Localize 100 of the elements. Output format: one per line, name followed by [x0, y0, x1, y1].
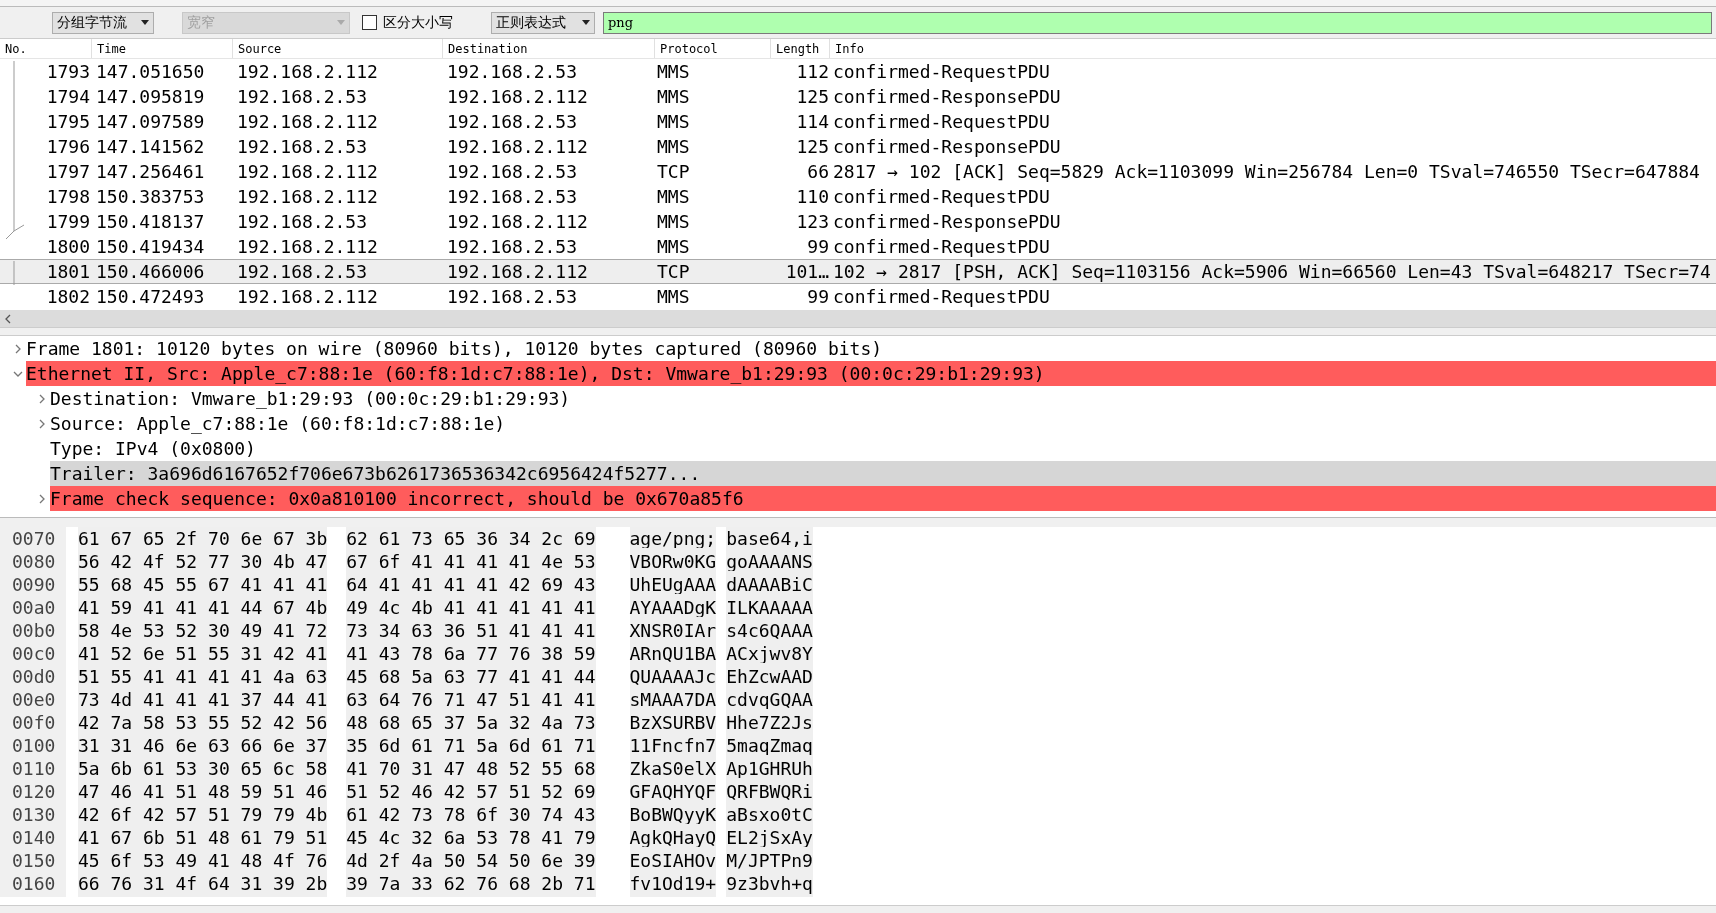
column-header[interactable]: Time — [92, 39, 233, 58]
table-cell-text: TCP — [656, 260, 691, 284]
table-cell-text: 150.419434 — [95, 235, 206, 259]
table-cell-text: 192.168.2.112 — [236, 235, 379, 259]
packet-row[interactable]: 1794 147.095819 192.168.2.53 192.168.2.112 MMS 125 confirmed-ResponsePDU — [0, 84, 1716, 109]
table-cell-text: confirmed-ResponsePDU — [832, 135, 1062, 159]
table-cell-text: 112 — [795, 60, 830, 84]
table-cell-text: 1796 — [45, 135, 91, 159]
table-cell-text: confirmed-RequestPDU — [832, 235, 1051, 259]
table-cell-text: 192.168.2.53 — [446, 235, 579, 259]
table-cell-text: MMS — [656, 210, 691, 234]
chevron-right-icon[interactable] — [13, 343, 23, 354]
table-cell-text: TCP — [656, 160, 691, 184]
table-cell-text: MMS — [656, 285, 691, 309]
table-cell-text: 1798 — [45, 185, 91, 209]
table-cell-text: MMS — [656, 60, 691, 84]
table-cell-text: 192.168.2.53 — [446, 60, 579, 84]
table-cell-text: 99 — [806, 235, 830, 259]
detail-line[interactable]: Destination: Vmware_b1:29:93 (00:0c:29:b1:29:93) — [50, 386, 1716, 411]
table-cell-text: 147.051650 — [95, 60, 206, 84]
table-cell-text: 192.168.2.53 — [236, 85, 369, 109]
table-cell-text: 150.466006 — [95, 260, 206, 284]
packet-row[interactable]: 1799 150.418137 192.168.2.53 192.168.2.112 MMS 123 confirmed-ResponsePDU — [0, 209, 1716, 234]
table-cell-text: 66 — [806, 160, 830, 184]
chevron-right-icon[interactable] — [37, 493, 47, 504]
table-cell-text: 101… — [784, 260, 830, 284]
table-cell-text: 192.168.2.112 — [236, 185, 379, 209]
table-cell-text: 150.383753 — [95, 185, 206, 209]
table-cell-text: 192.168.2.112 — [236, 60, 379, 84]
table-cell-text: 2817 → 102 [ACK] Seq=5829 Ack=1103099 Win=256784 Len=0 TSval=746550 TSecr=647884 — [832, 160, 1701, 184]
chevron-right-icon[interactable] — [37, 418, 47, 429]
table-cell-text: 192.168.2.53 — [236, 260, 369, 284]
table-cell-text: 147.256461 — [95, 160, 206, 184]
table-cell-text: 192.168.2.112 — [236, 285, 379, 309]
table-cell-text: 192.168.2.53 — [236, 135, 369, 159]
detail-line[interactable]: Frame 1801: 10120 bytes on wire (80960 bits), 10120 bytes captured (80960 bits) — [26, 336, 1716, 361]
table-cell-text: 125 — [795, 135, 830, 159]
table-cell-text: 192.168.2.112 — [446, 210, 589, 234]
table-cell-text: 192.168.2.53 — [236, 210, 369, 234]
packet-row[interactable]: 1802 150.472493 192.168.2.112 192.168.2.53 MMS 99 confirmed-RequestPDU — [0, 284, 1716, 309]
table-cell-text: 123 — [795, 210, 830, 234]
column-header[interactable]: Protocol — [655, 39, 771, 58]
column-header[interactable]: No. — [0, 39, 92, 58]
table-cell-text: 147.141562 — [95, 135, 206, 159]
table-cell-text: MMS — [656, 110, 691, 134]
table-cell-text: confirmed-RequestPDU — [832, 285, 1051, 309]
packet-row[interactable]: 1796 147.141562 192.168.2.53 192.168.2.112 MMS 125 confirmed-ResponsePDU — [0, 134, 1716, 159]
table-cell-text: confirmed-ResponsePDU — [832, 210, 1062, 234]
detail-line[interactable]: Source: Apple_c7:88:1e (60:f8:1d:c7:88:1e) — [50, 411, 1716, 436]
checkbox-label: 区分大小写 — [383, 13, 453, 32]
packet-row[interactable]: 1798 150.383753 192.168.2.112 192.168.2.53 MMS 110 confirmed-RequestPDU — [0, 184, 1716, 209]
table-cell-text: MMS — [656, 235, 691, 259]
table-cell-text: 110 — [795, 185, 830, 209]
table-cell-text: 192.168.2.112 — [446, 135, 589, 159]
table-cell-text: 192.168.2.112 — [446, 260, 589, 284]
table-cell-text: 1795 — [45, 110, 91, 134]
table-cell-text: 192.168.2.53 — [446, 185, 579, 209]
search-field[interactable]: png — [603, 11, 1712, 34]
table-cell-text: 99 — [806, 285, 830, 309]
dropdown[interactable]: 正则表达式 — [491, 11, 595, 34]
column-header[interactable]: Source — [233, 39, 443, 58]
horizontal-scrollbar[interactable] — [0, 310, 1716, 327]
table-cell-text: MMS — [656, 135, 691, 159]
table-cell-text: 147.097589 — [95, 110, 206, 134]
table-cell-text: 102 → 2817 [PSH, ACK] Seq=1103156 Ack=5906 Win=66560 Len=43 TSval=648217 TSecr=74 — [832, 260, 1712, 284]
table-cell-text: 1793 — [45, 60, 91, 84]
caret-down-icon — [582, 20, 590, 25]
column-header[interactable]: Length — [771, 39, 830, 58]
table-cell-text: 114 — [795, 110, 830, 134]
table-cell-text: 1801 — [45, 260, 91, 284]
table-cell-text: 192.168.2.112 — [236, 110, 379, 134]
packet-row[interactable]: 1795 147.097589 192.168.2.112 192.168.2.53 MMS 114 confirmed-RequestPDU — [0, 109, 1716, 134]
table-cell-text: 1802 — [45, 285, 91, 309]
table-cell-text: 150.418137 — [95, 210, 206, 234]
table-cell-text: 192.168.2.112 — [236, 160, 379, 184]
table-cell-text: 1797 — [45, 160, 91, 184]
packet-row[interactable]: 1797 147.256461 192.168.2.112 192.168.2.53 TCP 66 2817 → 102 [ACK] Seq=5829 Ack=1103099 Win=256784 Len=0 TSval=746550 TSecr=647884 — [0, 159, 1716, 184]
scroll-left-icon[interactable] — [4, 313, 12, 324]
packet-row[interactable]: 1800 150.419434 192.168.2.112 192.168.2.53 MMS 99 confirmed-RequestPDU — [0, 234, 1716, 259]
table-cell-text: 1799 — [45, 210, 91, 234]
table-cell-text: 192.168.2.53 — [446, 285, 579, 309]
table-cell-text: confirmed-RequestPDU — [832, 60, 1051, 84]
column-header[interactable]: Info — [830, 39, 1716, 58]
checkbox[interactable] — [362, 15, 377, 30]
column-header[interactable]: Destination — [443, 39, 655, 58]
table-cell-text: 1794 — [45, 85, 91, 109]
dropdown[interactable]: 分组字节流 — [52, 11, 154, 34]
table-cell-text: 192.168.2.53 — [446, 110, 579, 134]
caret-down-icon — [141, 20, 149, 25]
caret-down-icon — [337, 20, 345, 25]
detail-line[interactable]: Type: IPv4 (0x0800) — [50, 436, 1716, 461]
table-cell-text: MMS — [656, 185, 691, 209]
table-cell-text: 147.095819 — [95, 85, 206, 109]
packet-row[interactable]: 1801 150.466006 192.168.2.53 192.168.2.112 TCP 101… 102 → 2817 [PSH, ACK] Seq=1103156 Ack=5906 Win=66560 Len=43 TSval=648217 TSecr=74 — [0, 259, 1716, 284]
chevron-right-icon[interactable] — [37, 393, 47, 404]
packet-row[interactable]: 1793 147.051650 192.168.2.112 192.168.2.53 MMS 112 confirmed-RequestPDU — [0, 59, 1716, 84]
table-cell-text: confirmed-RequestPDU — [832, 185, 1051, 209]
table-cell-text: 192.168.2.112 — [446, 85, 589, 109]
table-cell-text: 150.472493 — [95, 285, 206, 309]
table-cell-text: 192.168.2.53 — [446, 160, 579, 184]
